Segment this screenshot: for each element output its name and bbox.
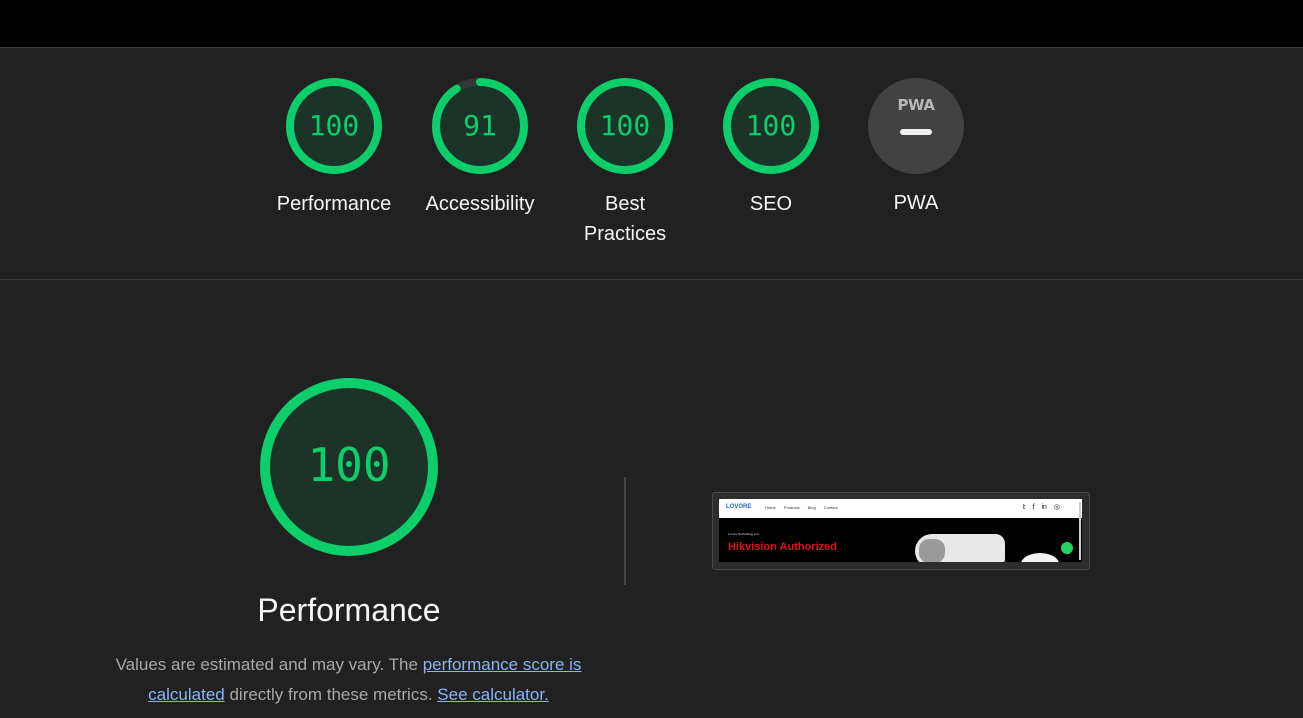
final-screenshot[interactable]: LOVORE Home Products Blog Contact 𝕥 f in…	[712, 492, 1090, 570]
camera-image	[1021, 553, 1059, 562]
pwa-badge[interactable]: PWA	[868, 78, 964, 174]
gauge-label: Best Practices	[583, 193, 667, 245]
gauge-performance[interactable]: 100 Performance	[264, 78, 404, 219]
screenshot-company: Lovore Technology LLC	[728, 532, 760, 536]
gauge-score: 100	[308, 109, 360, 142]
screenshot-nav-links: Home Products Blog Contact	[765, 505, 838, 510]
section-title: Performance	[257, 592, 441, 628]
screenshot-scrollbar	[1079, 502, 1081, 560]
gauge-score: 100	[599, 109, 651, 142]
gauge-best-practices[interactable]: 100 Best Practices	[555, 78, 695, 249]
description-text: Values are estimated and may vary. The	[115, 655, 423, 674]
gauge-seo[interactable]: 100 SEO	[701, 78, 841, 219]
screenshot-image: LOVORE Home Products Blog Contact 𝕥 f in…	[719, 499, 1082, 562]
performance-gauge-large: 100	[259, 377, 439, 557]
dash-icon	[900, 129, 932, 135]
performance-description: Values are estimated and may vary. The p…	[100, 650, 597, 710]
screenshot-logo: LOVORE	[726, 504, 752, 510]
see-calculator-link[interactable]: See calculator.	[437, 685, 549, 704]
gauge-score: 91	[463, 109, 497, 142]
pwa-label[interactable]: PWA	[846, 188, 986, 218]
gauge-label: Performance	[276, 193, 392, 215]
gauge-label: Accessibility	[425, 193, 535, 215]
divider	[0, 279, 1303, 280]
screenshot-headline: Hikvision Authorized	[728, 541, 837, 553]
description-text: directly from these metrics.	[224, 685, 438, 704]
top-bar	[0, 0, 1303, 47]
gauge-score: 100	[307, 438, 391, 492]
pwa-logo-icon: PWA	[897, 96, 935, 114]
camera-lens	[919, 539, 945, 562]
gauge-score: 100	[745, 109, 797, 142]
gauge-label: SEO	[749, 193, 793, 215]
whatsapp-icon	[1061, 542, 1073, 554]
vertical-divider	[624, 477, 626, 585]
divider	[0, 47, 1303, 48]
screenshot-social-icons: 𝕥 f in ◎	[1022, 504, 1060, 511]
gauge-accessibility[interactable]: 91 Accessibility	[410, 78, 550, 219]
